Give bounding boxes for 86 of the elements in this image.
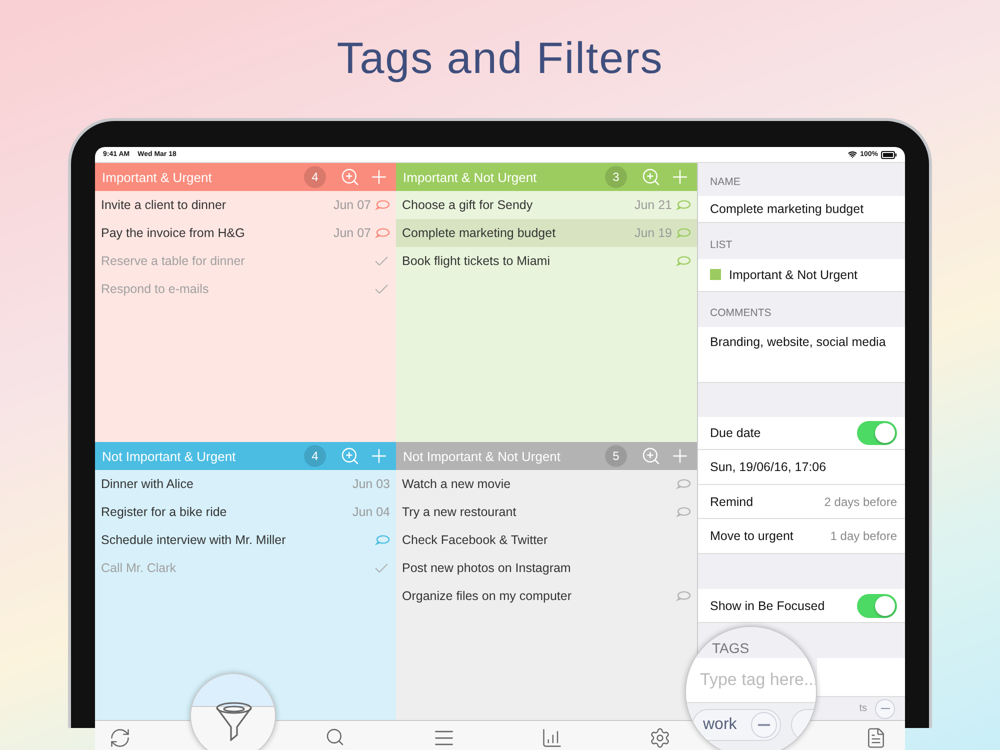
task-row[interactable]: Organize files on my computer [396, 582, 697, 610]
toggle-switch[interactable] [857, 594, 897, 618]
quadrant-title: Not Important & Not Urgent [403, 448, 562, 464]
setting-label: Move to urgent [710, 529, 794, 544]
comment-icon [676, 200, 691, 210]
due-date: Jun 04 [352, 505, 390, 519]
remove-tag-button[interactable] [875, 698, 895, 719]
task-row[interactable]: Pay the invoice from H&G Jun 07 [95, 219, 396, 247]
task-title: Organize files on my computer [402, 589, 573, 603]
task-title: Schedule interview with Mr. Miller [101, 533, 287, 547]
task-title: Check Facebook & Twitter [402, 533, 549, 547]
task-row[interactable]: Invite a client to dinner Jun 07 [95, 191, 396, 219]
task-title: Reserve a table for dinner [101, 254, 246, 268]
task-title: Complete marketing budget [402, 226, 557, 240]
section-label: LIST [710, 238, 732, 251]
task-title: Dinner with Alice [101, 477, 194, 491]
comment-icon [676, 228, 691, 238]
quadrant-title: Not Important & Urgent [102, 448, 237, 464]
setting-label: Show in Be Focused [710, 598, 826, 613]
setting-label: Remind [710, 494, 754, 509]
task-row[interactable]: Choose a gift for Sendy Jun 21 [396, 191, 697, 219]
notes-icon[interactable] [865, 727, 887, 749]
task-row[interactable]: Try a new restourant [396, 498, 697, 526]
task-title: Watch a new movie [402, 477, 512, 491]
comment-icon [375, 228, 390, 238]
toggle-switch[interactable] [857, 421, 897, 446]
task-title: Invite a client to dinner [101, 198, 228, 212]
sync-icon[interactable] [109, 727, 131, 749]
battery-icon [881, 150, 897, 158]
settings-icon[interactable] [649, 727, 671, 749]
list-name[interactable]: Important & Not Urgent [729, 268, 897, 282]
count-badge: 4 [304, 445, 326, 467]
task-row[interactable]: Book flight tickets to Miami [396, 247, 697, 275]
name-field[interactable]: Complete marketing budget [710, 202, 897, 216]
zoom-in-icon[interactable] [340, 167, 360, 187]
count-badge: 3 [605, 166, 627, 188]
comment-icon [676, 256, 691, 266]
comment-icon [676, 479, 691, 489]
quadrant-title: Important & Urgent [102, 170, 213, 184]
task-row[interactable]: Complete marketing budget Jun 19 [396, 219, 697, 247]
task-row[interactable]: Dinner with Alice Jun 03 [95, 470, 396, 498]
due-date: Jun 07 [333, 226, 371, 240]
task-row[interactable]: Register for a bike ride Jun 04 [95, 498, 396, 526]
task-title: Pay the invoice from H&G [101, 226, 246, 240]
count-badge: 4 [304, 166, 326, 188]
setting-label: Due date [710, 426, 762, 440]
due-date-value[interactable]: Sun, 19/06/16, 17:06 [710, 460, 897, 474]
due-date: Jun 21 [634, 198, 672, 212]
setting-value[interactable]: 2 days before [824, 494, 897, 509]
section-label: TAGS [712, 640, 750, 656]
section-label: COMMENTS [710, 306, 772, 319]
section-label: NAME [710, 176, 740, 188]
task-title: Try a new restourant [402, 505, 518, 519]
setting-value[interactable]: 1 day before [830, 529, 897, 544]
search-icon[interactable] [325, 727, 345, 747]
zoom-in-icon[interactable] [641, 446, 661, 466]
task-row[interactable]: Schedule interview with Mr. Miller [95, 526, 396, 554]
count-badge: 5 [605, 445, 627, 467]
comment-icon [676, 591, 691, 601]
tag-chip[interactable]: work [692, 709, 781, 741]
comments-field[interactable]: Branding, website, social media [710, 334, 897, 349]
task-title: Post new photos on Instagram [402, 561, 572, 575]
due-date: Jun 19 [634, 226, 672, 240]
task-row[interactable]: Watch a new movie [396, 470, 697, 498]
comment-icon [676, 507, 691, 517]
comment-icon [375, 535, 390, 545]
comment-icon [375, 200, 390, 210]
task-title: Register for a bike ride [101, 505, 228, 519]
zoom-in-icon[interactable] [641, 167, 661, 187]
task-row[interactable]: Check Facebook & Twitter [396, 526, 697, 554]
task-title: Book flight tickets to Miami [402, 254, 551, 268]
wifi-icon [848, 150, 858, 159]
filter-icon[interactable] [214, 701, 254, 741]
task-title: Call Mr. Clark [101, 561, 178, 575]
due-date: Jun 03 [352, 477, 390, 491]
task-row[interactable]: Post new photos on Instagram [396, 554, 697, 582]
task-title: Choose a gift for Sendy [402, 198, 534, 212]
chart-icon[interactable] [541, 727, 563, 749]
due-date: Jun 07 [333, 198, 371, 212]
tag-label: ts [859, 703, 867, 714]
headline: Tags and Filters [336, 34, 664, 84]
task-title: Respond to e-mails [101, 282, 210, 296]
tag-label: work [703, 716, 737, 734]
zoom-in-icon[interactable] [340, 446, 360, 466]
quadrant-title: Important & Not Urgent [403, 170, 538, 184]
remove-tag-button[interactable] [750, 712, 777, 738]
